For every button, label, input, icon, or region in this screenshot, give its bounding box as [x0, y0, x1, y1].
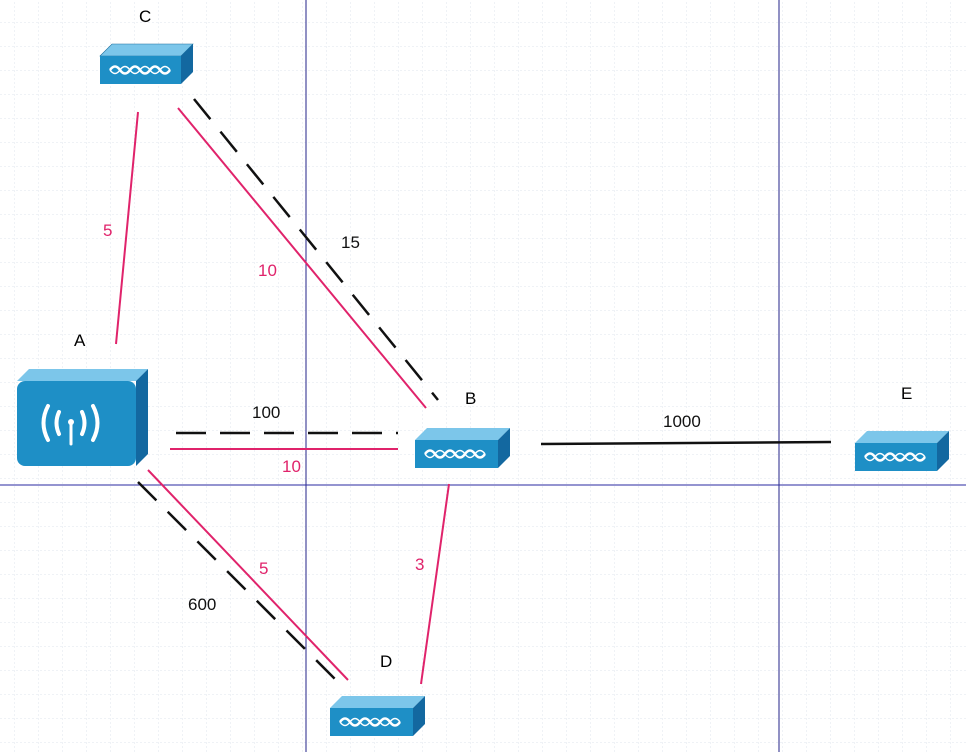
network-diagram: 5 10 15 100 10 5 600 3 1000 C A B D E	[0, 0, 966, 752]
edge-label-c-b-dashed: 15	[341, 233, 360, 252]
node-b[interactable]	[415, 428, 510, 468]
node-d[interactable]	[330, 696, 425, 736]
edge-label-a-d-dashed: 600	[188, 595, 216, 614]
edge-label-b-d: 3	[415, 555, 424, 574]
node-a[interactable]	[17, 369, 148, 466]
edge-label-c-a: 5	[103, 221, 112, 240]
edge-label-a-b-dashed: 100	[252, 403, 280, 422]
edge-label-a-b-pink: 10	[282, 457, 301, 476]
node-label-d: D	[380, 652, 392, 671]
edge-label-a-d-pink: 5	[259, 559, 268, 578]
node-c[interactable]	[99, 43, 194, 84]
node-e[interactable]	[855, 431, 949, 471]
edge-label-b-e: 1000	[663, 412, 701, 431]
node-label-a: A	[74, 331, 86, 350]
node-label-e: E	[901, 384, 912, 403]
edge-label-c-b-pink: 10	[258, 261, 277, 280]
node-label-c: C	[139, 7, 151, 26]
node-label-b: B	[465, 389, 476, 408]
